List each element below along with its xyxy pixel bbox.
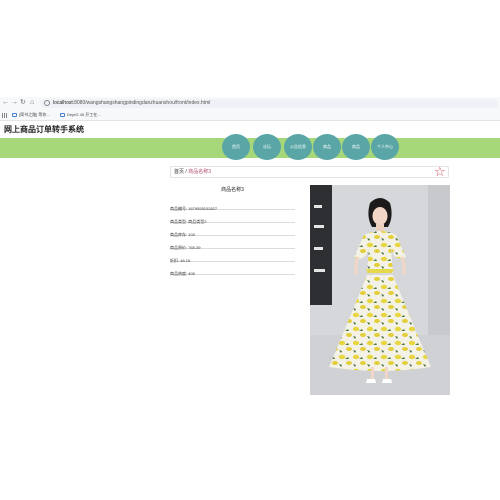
site-info-icon[interactable] <box>44 100 50 106</box>
nav-forum[interactable]: 论坛 <box>253 134 281 160</box>
product-popularity: 商品热度: 405 <box>170 271 195 276</box>
product-image <box>310 185 450 395</box>
nav-products[interactable]: 商品 <box>313 134 341 160</box>
nav-announcements[interactable]: 公告信息 <box>284 134 312 160</box>
detail-row: 商品热度: 405 <box>170 262 295 276</box>
breadcrumb <box>170 166 449 178</box>
url-text[interactable]: localhost:8080/wangshangshangpindingdanz… <box>53 99 210 108</box>
detail-row: 商品编号: 1679555102827 <box>170 197 295 211</box>
breadcrumb-home[interactable]: 首页 <box>174 169 184 175</box>
bookmark-item[interactable]: [简书之路] 等你... <box>12 111 50 119</box>
nav-home[interactable]: 首页 <box>222 134 250 160</box>
detail-row: 商品库存: 103 <box>170 223 295 237</box>
back-icon[interactable]: ← <box>2 98 9 108</box>
detail-row: 商品类型: 商品类型2 <box>170 210 295 224</box>
apps-grid-icon[interactable] <box>2 113 8 118</box>
detail-row: 折扣: 46.16 <box>170 249 295 263</box>
product-name: 商品名称3 <box>221 187 244 193</box>
bookmark-label: DeptG 45 开工在... <box>67 112 101 117</box>
nav-band <box>0 138 500 158</box>
bookmark-label: [简书之路] 等你... <box>19 112 50 117</box>
url-host: localhost <box>53 100 73 106</box>
breadcrumb-current: 商品名称3 <box>188 169 211 175</box>
nav-products-2[interactable]: 商品 <box>342 134 370 160</box>
nav-profile[interactable]: 个人中心 <box>371 134 399 160</box>
forward-icon[interactable]: → <box>11 98 18 108</box>
folder-icon <box>12 112 17 117</box>
breadcrumb-text: 首页 / 商品名称3 <box>174 168 211 177</box>
reload-icon[interactable]: ↻ <box>20 98 26 108</box>
dress-photo-illustration <box>310 185 450 395</box>
detail-row: 商品原价: 765.39 <box>170 236 295 250</box>
home-icon[interactable]: ⌂ <box>30 98 34 108</box>
site-title: 网上商品订单转手系统 <box>4 125 84 134</box>
folder-icon <box>60 112 65 117</box>
star-outline-icon[interactable]: ☆ <box>434 165 446 178</box>
url-path: :8080/wangshangshangpindingdanzhuanshou/… <box>72 100 211 106</box>
bookmark-item[interactable]: DeptG 45 开工在... <box>60 111 101 119</box>
